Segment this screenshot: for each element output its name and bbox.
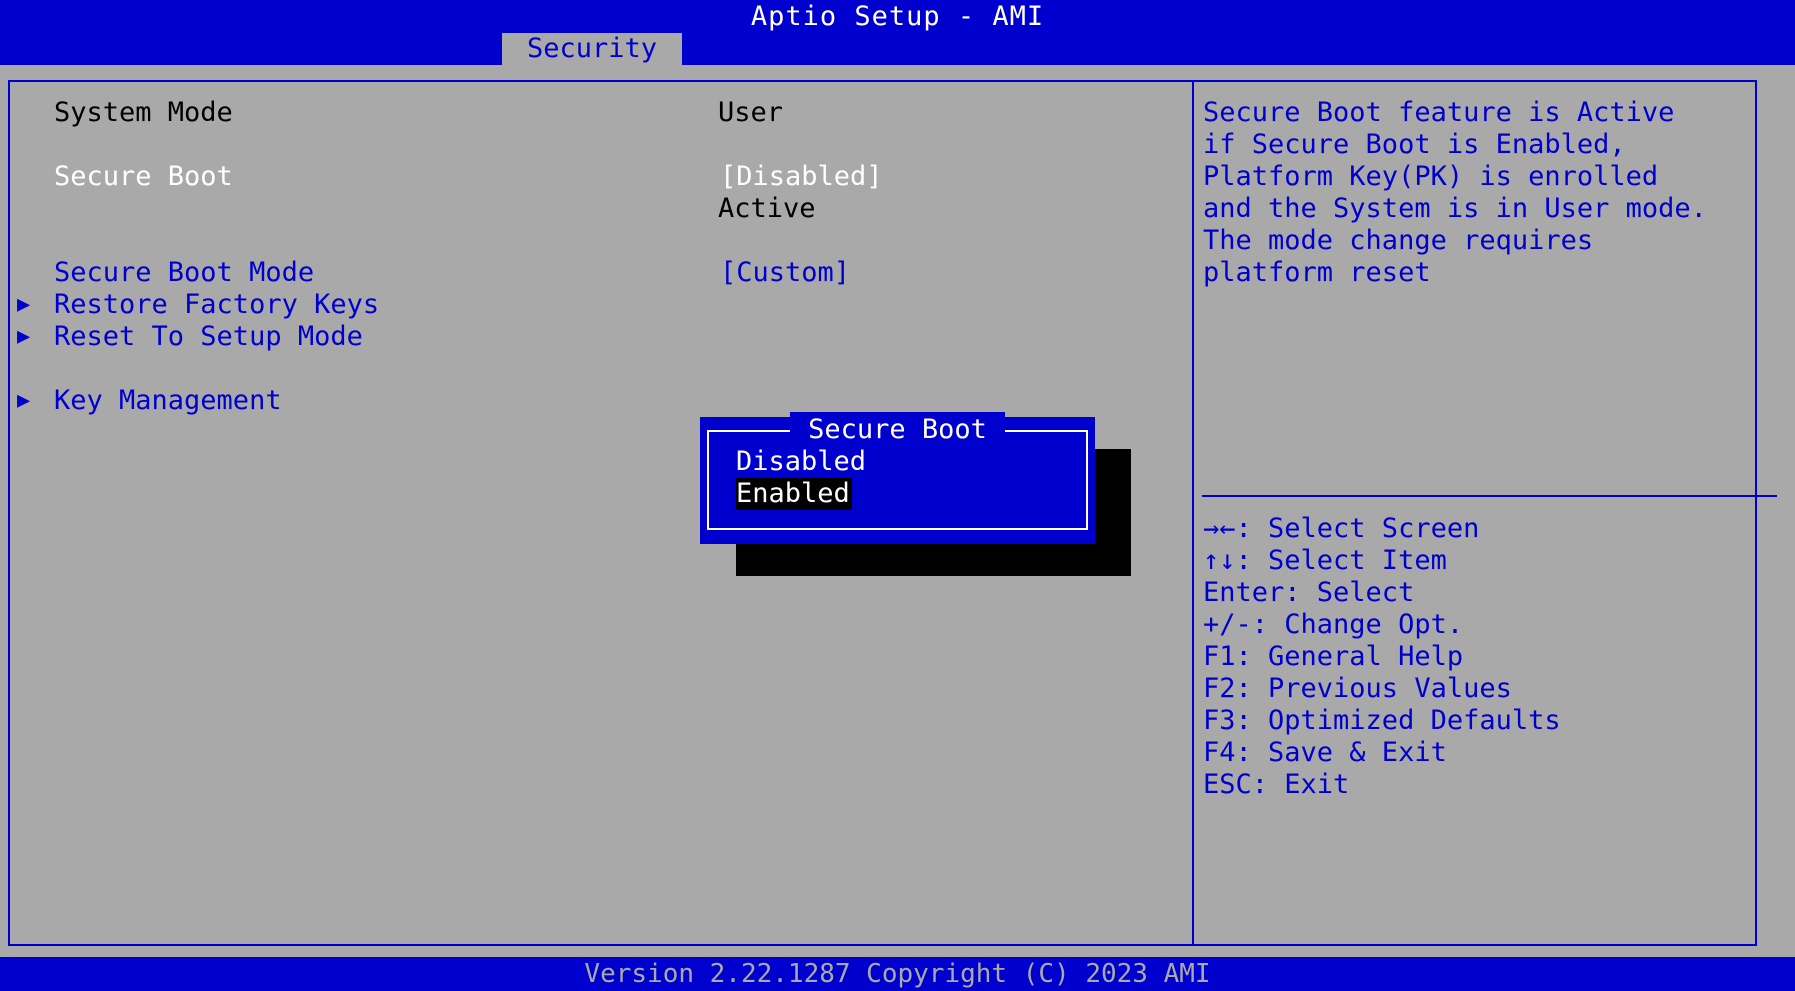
key-hint-change-opt: +/-: Change Opt.: [1203, 609, 1464, 640]
key-hint-f1: F1: General Help: [1203, 641, 1464, 672]
popup-title: Secure Boot: [709, 412, 1086, 448]
secure-boot-popup: Secure Boot Disabled Enabled: [700, 412, 1095, 544]
triangle-right-icon: ▶: [17, 324, 31, 349]
key-hint-select-screen: →←: Select Screen: [1203, 513, 1480, 544]
help-line: if Secure Boot is Enabled,: [1203, 129, 1626, 160]
popup-title-text: Secure Boot: [790, 412, 1005, 448]
popup-border: Secure Boot Disabled Enabled: [707, 412, 1088, 530]
restore-factory-keys-item[interactable]: Restore Factory Keys: [54, 289, 379, 321]
secure-boot-value[interactable]: [Disabled]: [720, 161, 883, 193]
key-hint-f2: F2: Previous Values: [1203, 673, 1512, 704]
footer-version: Version 2.22.1287 Copyright (C) 2023 AMI: [0, 957, 1795, 991]
help-divider: [1202, 495, 1777, 497]
tab-security[interactable]: Security: [502, 33, 682, 65]
key-hint-select-item: ↑↓: Select Item: [1203, 545, 1447, 576]
help-line: platform reset: [1203, 257, 1431, 288]
secure-boot-mode-value[interactable]: [Custom]: [720, 257, 850, 289]
secure-boot-status: Active: [718, 193, 816, 224]
window-title: Aptio Setup - AMI: [750, 1, 1045, 32]
bios-screen: Aptio Setup - AMI Security System Mode U…: [0, 0, 1795, 991]
popup-option-disabled[interactable]: Disabled: [736, 446, 866, 478]
secure-boot-mode-label[interactable]: Secure Boot Mode: [54, 257, 314, 289]
key-hint-esc: ESC: Exit: [1203, 769, 1350, 800]
key-hint-f3: F3: Optimized Defaults: [1203, 705, 1561, 736]
key-hint-enter: Enter: Select: [1203, 577, 1415, 608]
reset-to-setup-mode-item[interactable]: Reset To Setup Mode: [54, 321, 363, 353]
help-line: The mode change requires: [1203, 225, 1594, 256]
triangle-right-icon: ▶: [17, 292, 31, 317]
system-mode-label: System Mode: [54, 97, 233, 128]
help-line: Platform Key(PK) is enrolled: [1203, 161, 1659, 192]
triangle-right-icon: ▶: [17, 388, 31, 413]
key-management-item[interactable]: Key Management: [54, 385, 282, 417]
help-line: Secure Boot feature is Active: [1203, 97, 1675, 128]
secure-boot-label[interactable]: Secure Boot: [54, 161, 233, 193]
popup-option-enabled[interactable]: Enabled: [736, 478, 852, 510]
system-mode-value: User: [718, 97, 784, 128]
key-hint-f4: F4: Save & Exit: [1203, 737, 1447, 768]
help-line: and the System is in User mode.: [1203, 193, 1707, 224]
